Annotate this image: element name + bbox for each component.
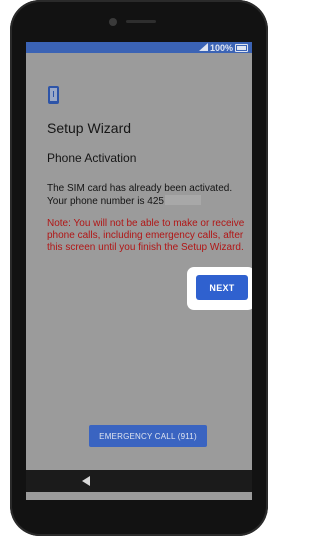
emergency-call-button[interactable]: EMERGENCY CALL (911) (89, 425, 207, 447)
info-line-1: The SIM card has already been activated. (47, 183, 233, 194)
back-triangle-icon[interactable] (82, 476, 90, 486)
front-camera (109, 18, 117, 26)
section-subtitle: Phone Activation (47, 151, 137, 165)
next-button-highlight: NEXT (187, 267, 252, 310)
phone-number-label: Your phone number is 425 (47, 196, 164, 207)
phone-frame: 100% Setup Wizard Phone Activation The S… (10, 0, 268, 536)
battery-percent: 100% (209, 42, 233, 53)
redacted-phone-number (164, 195, 201, 205)
signal-icon (198, 42, 208, 53)
page-title: Setup Wizard (47, 120, 132, 136)
status-indicators: 100% (198, 42, 248, 53)
screen: 100% Setup Wizard Phone Activation The S… (26, 42, 252, 500)
next-button[interactable]: NEXT (196, 275, 248, 300)
battery-icon (235, 43, 248, 52)
info-line-2: Your phone number is 425 (47, 195, 251, 208)
activation-info: The SIM card has already been activated.… (47, 183, 251, 208)
status-bar: 100% (26, 42, 252, 53)
phone-icon (48, 86, 59, 104)
earpiece-speaker (126, 20, 156, 23)
navigation-bar (26, 470, 252, 492)
warning-note: Note: You will not be able to make or re… (47, 218, 245, 253)
